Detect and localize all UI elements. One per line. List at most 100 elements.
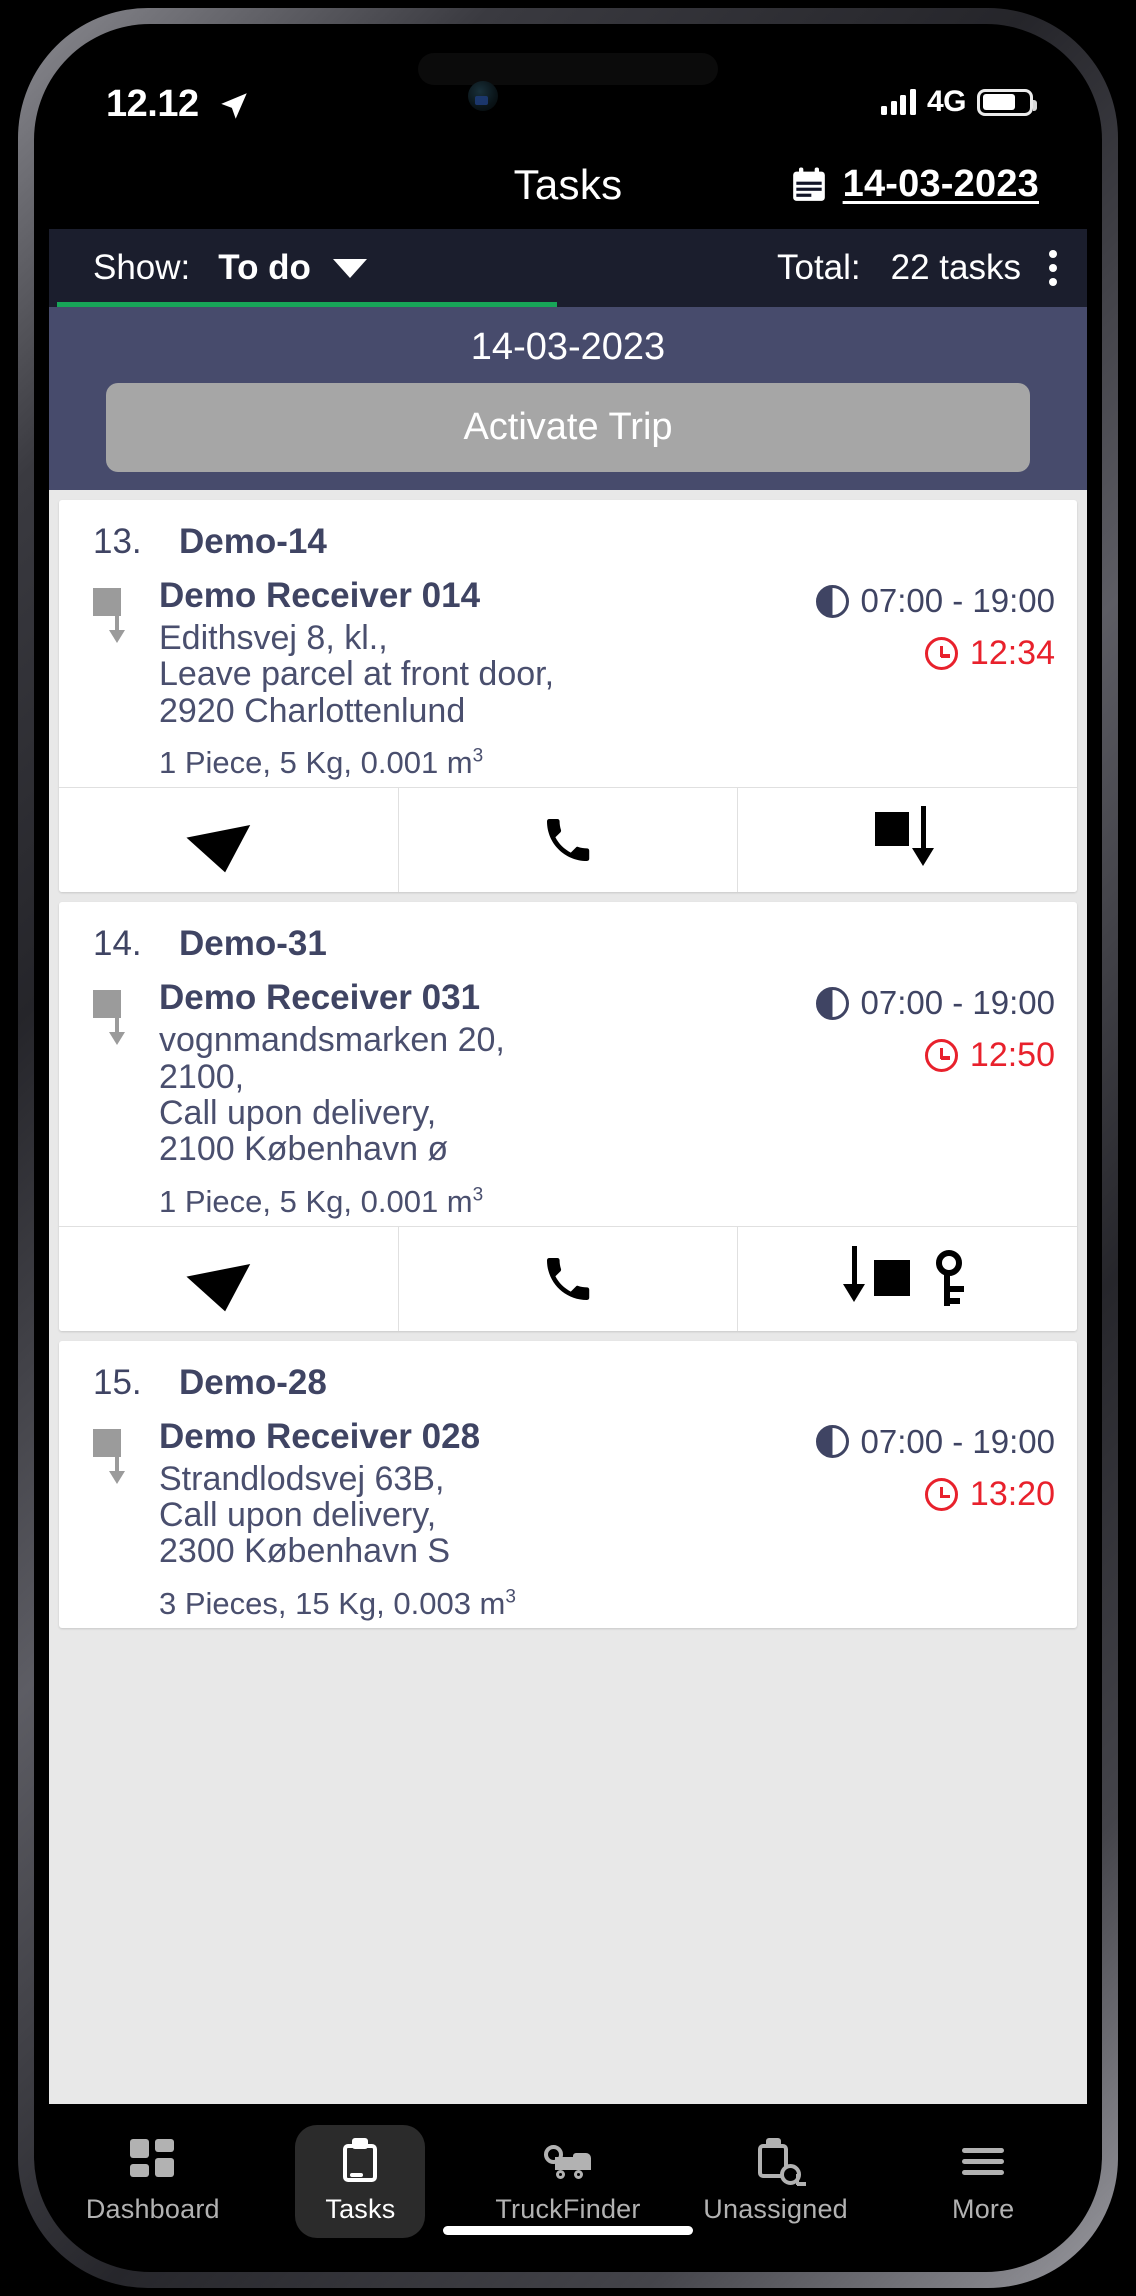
kebab-menu-icon[interactable] — [1049, 250, 1057, 286]
navigate-icon — [186, 807, 270, 873]
time-window: 07:00 - 19:00 — [805, 582, 1055, 620]
task-card-header: 13. Demo-14 — [59, 500, 1077, 566]
half-clock-icon — [815, 584, 849, 618]
hamburger-icon — [960, 2139, 1006, 2183]
task-sequence: 15. — [93, 1362, 142, 1402]
task-card-header: 14. Demo-31 — [59, 902, 1077, 968]
address-line: Call upon delivery, — [159, 1093, 437, 1132]
delivery-stop-icon — [89, 576, 159, 781]
deliver-key-button[interactable] — [738, 1226, 1077, 1331]
battery-icon — [977, 88, 1037, 116]
navigate-button[interactable] — [59, 788, 399, 893]
task-card-body: Demo Receiver 031 vognmandsmarken 20, 21… — [59, 968, 1077, 1226]
half-clock-icon — [815, 986, 849, 1020]
address-line: 2920 Charlottenlund — [159, 691, 466, 730]
activate-trip-button[interactable]: Activate Trip — [106, 383, 1030, 472]
time-window: 07:00 - 19:00 — [805, 984, 1055, 1022]
trip-header: 14-03-2023 Activate Trip — [49, 307, 1087, 490]
address-line: Call upon delivery, — [159, 1496, 437, 1534]
delivery-stop-icon — [89, 978, 159, 1220]
dashboard-icon — [129, 2139, 176, 2183]
call-icon — [547, 819, 590, 862]
task-sequence: 13. — [93, 522, 142, 561]
task-sequence: 14. — [93, 924, 142, 964]
call-button[interactable] — [398, 788, 739, 893]
page-title: Tasks — [513, 161, 623, 208]
call-icon — [547, 1257, 590, 1300]
task-card-body: Demo Receiver 028 Strandlodsvej 63B, Cal… — [59, 1407, 1077, 1628]
trip-date-label: 14-03-2023 — [470, 326, 666, 368]
total-count-value: 22 tasks — [890, 248, 1021, 287]
deliver-button[interactable] — [738, 788, 1077, 893]
notch — [418, 53, 718, 85]
time-window-label: 07:00 - 19:00 — [860, 984, 1056, 1022]
tab-dashboard[interactable]: Dashboard — [49, 2114, 257, 2250]
address-line: Edithsvej 8, kl., — [159, 619, 388, 657]
location-arrow-icon — [221, 93, 247, 119]
address-line: 2100 København ø — [159, 1130, 449, 1169]
clipboard-icon — [337, 2138, 383, 2183]
task-cargo-summary: 3 Pieces, 15 Kg, 0.003 m3 — [159, 1585, 516, 1621]
eta-row: 12:34 — [805, 634, 1055, 673]
task-time-block: 07:00 - 19:00 12:50 — [805, 978, 1055, 1220]
task-address-block: Demo Receiver 028 Strandlodsvej 63B, Cal… — [159, 1417, 805, 1622]
navigate-icon — [186, 1246, 270, 1312]
truck-finder-icon — [543, 2139, 591, 2183]
address-line: 2100, — [159, 1057, 245, 1096]
receiver-name: Demo Receiver 031 — [159, 978, 481, 1018]
address-line: vognmandsmarken 20, — [159, 1021, 505, 1060]
eta-row: 12:50 — [805, 1036, 1055, 1075]
task-address-block: Demo Receiver 014 Edithsvej 8, kl., Leav… — [159, 576, 805, 781]
half-clock-icon — [815, 1425, 849, 1459]
receiver-name: Demo Receiver 014 — [159, 576, 481, 615]
chevron-down-icon[interactable] — [332, 258, 367, 278]
date-picker-button[interactable]: 14-03-2023 — [789, 163, 1039, 206]
front-camera — [468, 81, 498, 111]
unassigned-clipboard-icon — [753, 2138, 806, 2186]
task-time-block: 07:00 - 19:00 12:34 — [805, 576, 1055, 781]
tab-label: More — [952, 2194, 1015, 2224]
navigate-button[interactable] — [59, 1226, 399, 1331]
deliver-icon — [869, 806, 947, 870]
tab-label: Tasks — [325, 2194, 396, 2224]
clock-icon — [924, 637, 958, 670]
task-address-block: Demo Receiver 031 vognmandsmarken 20, 21… — [159, 978, 805, 1220]
eta-label: 13:20 — [969, 1474, 1055, 1513]
network-type-label: 4G — [926, 85, 967, 118]
tab-label: Dashboard — [85, 2194, 220, 2224]
total-label: Total: — [776, 248, 861, 287]
show-filter-value[interactable]: To do — [218, 248, 311, 288]
clock-icon — [924, 1477, 958, 1511]
address-line: Leave parcel at front door, — [159, 655, 555, 694]
time-window-label: 07:00 - 19:00 — [860, 1422, 1056, 1460]
delivery-stop-icon — [89, 1417, 159, 1622]
tab-tasks[interactable]: Tasks — [257, 2114, 465, 2250]
home-indicator[interactable] — [443, 2226, 693, 2235]
filter-bar: Show: To do Total: 22 tasks — [49, 229, 1087, 307]
task-card[interactable]: 15. Demo-28 Demo Receiver 028 Strandlods… — [59, 1340, 1077, 1628]
task-cargo-summary: 1 Piece, 5 Kg, 0.001 m3 — [159, 1183, 484, 1219]
tab-unassigned[interactable]: Unassigned — [672, 2114, 880, 2250]
deliver-key-icon — [842, 1245, 972, 1310]
eta-row: 13:20 — [805, 1475, 1055, 1514]
call-button[interactable] — [398, 1226, 739, 1331]
status-bar-time: 12.12 — [106, 83, 199, 125]
clock-icon — [924, 1039, 958, 1073]
task-card[interactable]: 14. Demo-31 Demo Receiver 031 vognmandsm… — [59, 902, 1077, 1331]
app-header: Tasks 14-03-2023 — [49, 147, 1087, 231]
tab-more[interactable]: More — [879, 2114, 1087, 2250]
phone-bezel: 12.12 4G Tasks 14-03-2023 Show: To do To… — [34, 24, 1102, 2272]
task-card[interactable]: 13. Demo-14 Demo Receiver 014 Edithsvej … — [59, 500, 1077, 893]
task-action-row — [59, 787, 1077, 893]
receiver-name: Demo Receiver 028 — [159, 1416, 481, 1456]
time-window-label: 07:00 - 19:00 — [860, 582, 1056, 619]
task-reference: Demo-14 — [179, 522, 327, 561]
tab-label: Unassigned — [703, 2194, 848, 2224]
eta-label: 12:34 — [969, 634, 1055, 672]
task-reference: Demo-28 — [179, 1362, 327, 1402]
phone-device-frame: 12.12 4G Tasks 14-03-2023 Show: To do To… — [18, 8, 1118, 2288]
task-list-scroll-area[interactable]: 14-03-2023 Activate Trip 13. Demo-14 Dem… — [49, 307, 1087, 2104]
phone-screen: 12.12 4G Tasks 14-03-2023 Show: To do To… — [49, 39, 1087, 2257]
task-card-header: 15. Demo-28 — [59, 1341, 1077, 1407]
address-line: Strandlodsvej 63B, — [159, 1459, 445, 1498]
